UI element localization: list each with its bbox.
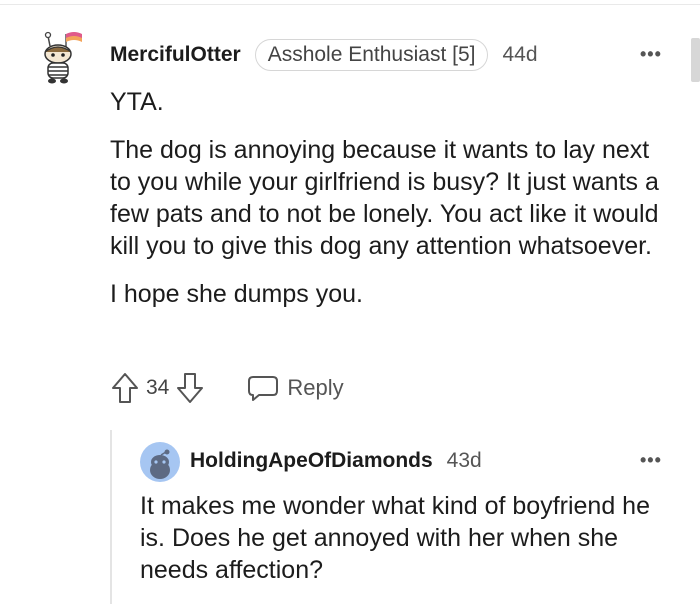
comment-paragraph: I hope she dumps you. bbox=[110, 280, 363, 308]
upvote-icon[interactable] bbox=[110, 371, 140, 405]
downvote-icon[interactable] bbox=[175, 371, 205, 405]
comment-paragraph: YTA. bbox=[110, 88, 164, 116]
snoo-avatar[interactable] bbox=[140, 442, 180, 482]
more-options-icon[interactable]: ••• bbox=[640, 44, 662, 65]
scrollbar-thumb[interactable] bbox=[691, 38, 700, 82]
reply-label: Reply bbox=[287, 375, 344, 400]
comment-age: 44d bbox=[502, 43, 538, 66]
comment-actions: 34 Reply bbox=[110, 370, 344, 406]
vote-count: 34 bbox=[146, 376, 170, 399]
comment-paragraph: The dog is annoying because it wants to … bbox=[110, 136, 659, 260]
more-options-icon[interactable]: ••• bbox=[640, 450, 662, 471]
top-divider bbox=[0, 4, 700, 5]
reply-body: It makes me wonder what kind of boyfrien… bbox=[140, 492, 650, 584]
speech-bubble-icon bbox=[248, 376, 279, 401]
reply-button[interactable]: Reply bbox=[247, 374, 344, 402]
user-flair: Asshole Enthusiast [5] bbox=[254, 39, 489, 71]
thread-line[interactable] bbox=[110, 430, 112, 604]
user-avatar[interactable] bbox=[36, 30, 84, 88]
comment-username[interactable]: MercifulOtter bbox=[110, 43, 241, 67]
reply-username[interactable]: HoldingApeOfDiamonds bbox=[190, 449, 433, 473]
reply-age: 43d bbox=[446, 449, 482, 472]
reply-meta: HoldingApeOfDiamonds 43d bbox=[190, 446, 482, 476]
comment-body: YTA. The dog is annoying because it want… bbox=[110, 86, 670, 326]
comment-meta: MercifulOtter Asshole Enthusiast [5] 44d bbox=[110, 39, 538, 71]
